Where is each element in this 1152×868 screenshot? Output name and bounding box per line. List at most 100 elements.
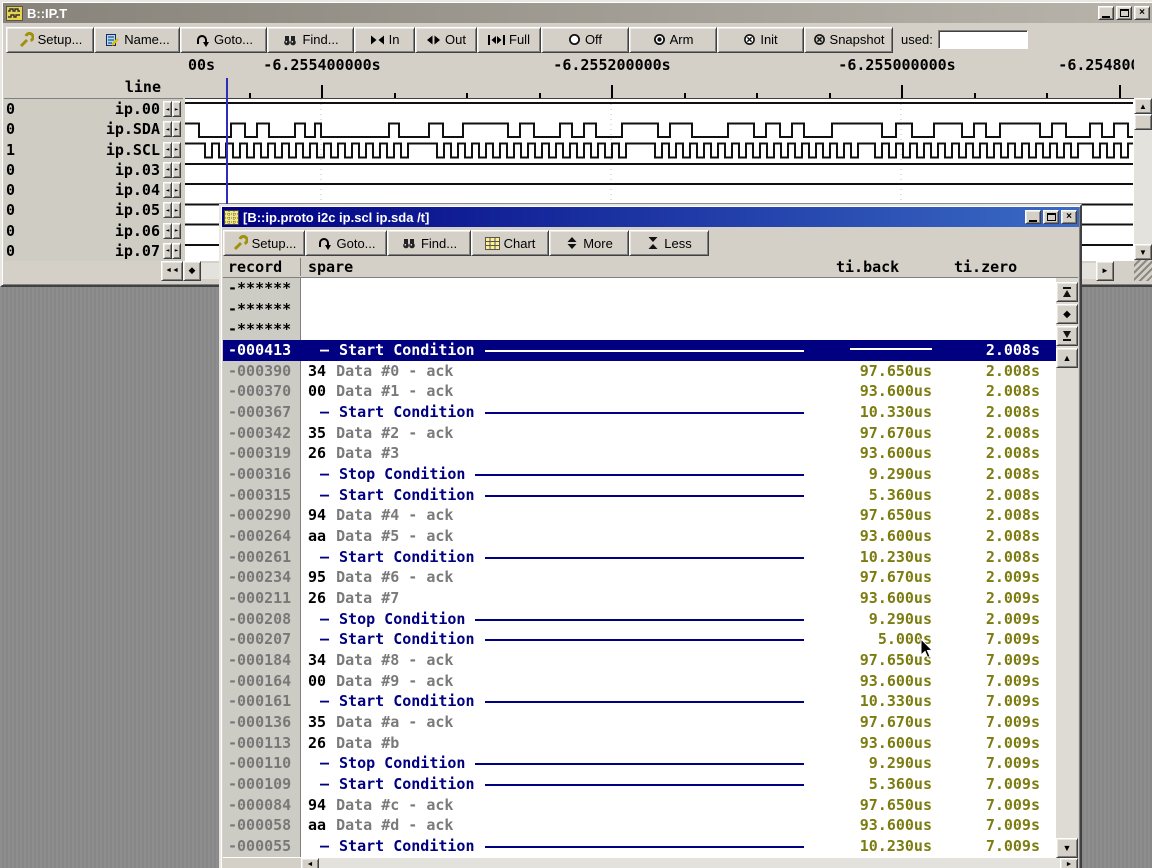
spin-right-button[interactable]: ► bbox=[172, 202, 181, 218]
main-minimize-button[interactable] bbox=[1098, 6, 1114, 20]
table-row-condition[interactable]: -000413—Start Condition2.008s bbox=[223, 340, 1056, 361]
table-row-condition[interactable]: -000315—Start Condition5.360us2.008s bbox=[223, 485, 1056, 506]
table-row[interactable]: -00011326Data #b93.600us7.009s bbox=[223, 733, 1056, 754]
table-row[interactable]: -****** bbox=[223, 319, 1056, 340]
spin-right-button[interactable]: ► bbox=[172, 101, 181, 117]
scroll-left-fast-button[interactable]: ◄◄ bbox=[161, 261, 183, 281]
main-init-button[interactable]: Init bbox=[717, 27, 804, 53]
scroll-down-button[interactable]: ▼ bbox=[1134, 244, 1152, 260]
spin-left-button[interactable]: ◄ bbox=[163, 223, 172, 239]
scroll-up-button[interactable]: ▲ bbox=[1134, 98, 1152, 114]
spin-left-button[interactable]: ◄ bbox=[163, 101, 172, 117]
timeline-scale[interactable]: 00s-6.255400000s-6.255200000s-6.25500000… bbox=[185, 54, 1134, 99]
main-goto-button[interactable]: Goto... bbox=[180, 27, 267, 53]
scrollbar-thumb[interactable] bbox=[1134, 114, 1152, 130]
table-row-condition[interactable]: -000261—Start Condition10.230us2.008s bbox=[223, 547, 1056, 568]
scroll-up-button[interactable]: ▲ bbox=[1056, 348, 1078, 368]
spin-right-button[interactable]: ► bbox=[172, 223, 181, 239]
table-row[interactable]: -00034235Data #2 - ack97.670us2.008s bbox=[223, 423, 1056, 444]
child-chart-button[interactable]: Chart bbox=[471, 230, 549, 256]
spin-left-button[interactable]: ◄ bbox=[163, 243, 172, 259]
hscroll-track[interactable] bbox=[319, 858, 1060, 868]
column-header-record[interactable]: record bbox=[223, 258, 301, 276]
signal-name[interactable]: ip.06 bbox=[24, 222, 160, 240]
main-arm-button[interactable]: Arm bbox=[629, 27, 717, 53]
signal-name[interactable]: ip.00 bbox=[24, 100, 160, 118]
table-row[interactable]: -00008494Data #c - ack97.650us7.009s bbox=[223, 795, 1056, 816]
child-more-button[interactable]: More bbox=[549, 230, 629, 256]
main-maximize-button[interactable] bbox=[1116, 6, 1132, 20]
table-row[interactable]: -00023495Data #6 - ack97.670us2.009s bbox=[223, 567, 1056, 588]
spin-left-button[interactable]: ◄ bbox=[163, 202, 172, 218]
column-header-ti-zero[interactable]: ti.zero bbox=[954, 258, 1058, 276]
table-row-condition[interactable]: -000110—Stop Condition9.290us7.009s bbox=[223, 753, 1056, 774]
spin-left-button[interactable]: ◄ bbox=[163, 162, 172, 178]
column-header-ti-back[interactable]: ti.back bbox=[836, 258, 954, 276]
table-row[interactable]: -00021126Data #793.600us2.009s bbox=[223, 588, 1056, 609]
table-row[interactable]: -00029094Data #4 - ack97.650us2.008s bbox=[223, 505, 1056, 526]
table-row[interactable]: -****** bbox=[223, 299, 1056, 320]
table-row-condition[interactable]: -000316—Stop Condition9.290us2.008s bbox=[223, 464, 1056, 485]
main-name-button[interactable]: Name... bbox=[94, 27, 180, 53]
signal-name[interactable]: ip.04 bbox=[24, 181, 160, 199]
resize-grip[interactable] bbox=[1134, 260, 1152, 281]
table-row-condition[interactable]: -000367—Start Condition10.330us2.008s bbox=[223, 402, 1056, 423]
signal-name[interactable]: ip.SDA bbox=[24, 120, 160, 138]
table-row[interactable]: -00031926Data #393.600us2.008s bbox=[223, 443, 1056, 464]
main-close-button[interactable]: × bbox=[1134, 6, 1150, 20]
spin-left-button[interactable]: ◄ bbox=[163, 121, 172, 137]
child-find-button[interactable]: Find... bbox=[387, 230, 471, 256]
table-row[interactable]: -00039034Data #0 - ack97.650us2.008s bbox=[223, 361, 1056, 382]
child-less-button[interactable]: Less bbox=[629, 230, 709, 256]
track-center-button[interactable]: ◆ bbox=[183, 261, 201, 281]
scroll-right-button[interactable]: ► bbox=[1060, 858, 1078, 868]
table-row-condition[interactable]: -000109—Start Condition5.360us7.009s bbox=[223, 774, 1056, 795]
signal-name[interactable]: ip.07 bbox=[24, 242, 160, 260]
main-off-button[interactable]: Off bbox=[541, 27, 629, 53]
main-setup-button[interactable]: Setup... bbox=[6, 27, 94, 53]
scroll-left-button[interactable]: ◄ bbox=[301, 858, 319, 868]
spin-right-button[interactable]: ► bbox=[172, 182, 181, 198]
table-row-condition[interactable]: -000055—Start Condition10.230us7.009s bbox=[223, 836, 1056, 857]
table-row[interactable]: -00013635Data #a - ack97.670us7.009s bbox=[223, 712, 1056, 733]
scroll-down-button[interactable]: ▼ bbox=[1056, 838, 1078, 858]
child-maximize-button[interactable] bbox=[1043, 210, 1059, 224]
column-header-spare[interactable]: spare bbox=[301, 258, 836, 276]
main-find-button[interactable]: Find... bbox=[267, 27, 354, 53]
main-vertical-scrollbar[interactable]: ▲ ▼ bbox=[1134, 98, 1152, 260]
spin-left-button[interactable]: ◄ bbox=[163, 182, 172, 198]
spin-right-button[interactable]: ► bbox=[172, 243, 181, 259]
table-row[interactable]: -00016400Data #9 - ack93.600us7.009s bbox=[223, 671, 1056, 692]
data-description: Data #5 - ack bbox=[336, 526, 453, 547]
record-table[interactable]: -******-******-******-000413—Start Condi… bbox=[223, 278, 1056, 858]
child-horizontal-scrollbar[interactable]: ◄ ► bbox=[223, 858, 1078, 868]
table-row[interactable]: -000058aaData #d - ack93.600us7.009s bbox=[223, 815, 1056, 836]
table-row-condition[interactable]: -000208—Stop Condition9.290us2.009s bbox=[223, 609, 1056, 630]
scroll-bottom-button[interactable] bbox=[1056, 326, 1078, 346]
child-titlebar[interactable]: [B::ip.proto i2c ip.scl ip.sda /t] × bbox=[222, 207, 1079, 227]
table-row[interactable]: -00037000Data #1 - ack93.600us2.008s bbox=[223, 381, 1056, 402]
child-close-button[interactable]: × bbox=[1061, 210, 1077, 224]
child-setup-button[interactable]: Setup... bbox=[223, 230, 305, 256]
main-out-button[interactable]: Out bbox=[415, 27, 477, 53]
spin-right-button[interactable]: ► bbox=[172, 162, 181, 178]
spin-right-button[interactable]: ► bbox=[172, 121, 181, 137]
child-minimize-button[interactable] bbox=[1025, 210, 1041, 224]
scroll-right-button[interactable]: ► bbox=[1096, 261, 1114, 281]
signal-name[interactable]: ip.03 bbox=[24, 161, 160, 179]
spin-right-button[interactable]: ► bbox=[172, 142, 181, 158]
spin-left-button[interactable]: ◄ bbox=[163, 142, 172, 158]
table-row[interactable]: -000264aaData #5 - ack93.600us2.008s bbox=[223, 526, 1056, 547]
signal-name[interactable]: ip.05 bbox=[24, 201, 160, 219]
table-row-condition[interactable]: -000161—Start Condition10.330us7.009s bbox=[223, 691, 1056, 712]
main-in-button[interactable]: In bbox=[354, 27, 415, 53]
scroll-top-button[interactable] bbox=[1056, 282, 1078, 302]
child-vertical-scrollbar[interactable]: ◆ ▲ ▼ bbox=[1056, 278, 1078, 858]
main-titlebar[interactable]: B::IP.T × bbox=[3, 3, 1152, 23]
main-snapshot-button[interactable]: Snapshot bbox=[804, 27, 893, 53]
signal-name[interactable]: ip.SCL bbox=[24, 141, 160, 159]
main-full-button[interactable]: Full bbox=[477, 27, 541, 53]
child-goto-button[interactable]: Goto... bbox=[305, 230, 387, 256]
table-row[interactable]: -****** bbox=[223, 278, 1056, 299]
goto-track-button[interactable]: ◆ bbox=[1056, 304, 1078, 324]
